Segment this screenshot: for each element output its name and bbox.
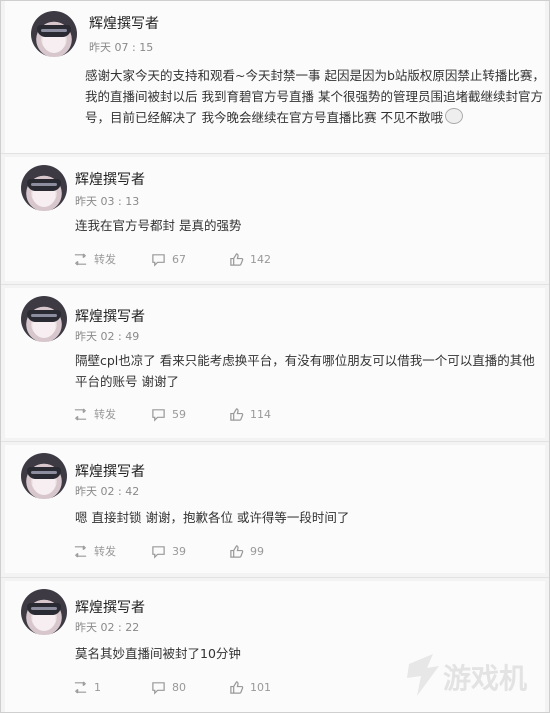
- comment-button[interactable]: 39: [151, 541, 186, 561]
- post-time[interactable]: 昨天 02 : 22: [75, 619, 139, 635]
- author-name[interactable]: 辉煌撰写者: [75, 597, 145, 617]
- thumbs-up-icon: [230, 252, 244, 266]
- repost-button[interactable]: 转发: [73, 249, 116, 269]
- post-card: 辉煌撰写者 昨天 02 : 49 隔壁cpl也凉了 看来只能考虑换平台，有没有哪…: [5, 288, 545, 438]
- post-time[interactable]: 昨天 03 : 13: [75, 193, 139, 209]
- repost-icon: [74, 680, 87, 694]
- comment-icon: [152, 408, 165, 422]
- cat-emoji-icon: [444, 108, 463, 124]
- divider: [1, 284, 549, 285]
- action-bar: 转发 59 114: [5, 404, 545, 426]
- like-count: 101: [250, 680, 271, 694]
- repost-icon: [74, 544, 87, 558]
- author-name[interactable]: 辉煌撰写者: [75, 306, 145, 326]
- like-button[interactable]: 101: [229, 677, 271, 697]
- author-name[interactable]: 辉煌撰写者: [75, 169, 145, 189]
- post-content-line: 号，目前已经解决了 我今晚会继续在官方号直播比赛 不见不散哦: [85, 107, 545, 128]
- post-card: 辉煌撰写者 昨天 07 : 15 感谢大家今天的支持和观看~今天封禁一事 起因是…: [5, 1, 545, 153]
- comment-icon: [152, 545, 165, 559]
- author-name[interactable]: 辉煌撰写者: [75, 461, 145, 481]
- comment-count: 59: [172, 407, 186, 421]
- repost-icon: [74, 407, 87, 421]
- divider: [1, 577, 549, 578]
- like-count: 142: [250, 252, 271, 266]
- comment-button[interactable]: 80: [151, 677, 186, 697]
- comment-button[interactable]: 67: [151, 249, 186, 269]
- action-bar: 转发 39 99: [5, 541, 545, 563]
- avatar[interactable]: [21, 165, 67, 211]
- post-time[interactable]: 昨天 07 : 15: [89, 39, 153, 55]
- post-card: 辉煌撰写者 昨天 02 : 42 嗯 直接封锁 谢谢，抱歉各位 或许得等一段时间…: [5, 445, 545, 573]
- thumbs-up-icon: [230, 680, 244, 694]
- weibo-feed: 辉煌撰写者 昨天 07 : 15 感谢大家今天的支持和观看~今天封禁一事 起因是…: [0, 0, 550, 713]
- post-content-line: 我的直播间被封以后 我到育碧官方号直播 某个很强势的管理员围追堵截继续封官方: [85, 89, 543, 104]
- like-button[interactable]: 142: [229, 249, 271, 269]
- repost-icon: [74, 252, 87, 266]
- post-content: 感谢大家今天的支持和观看~今天封禁一事 起因是因为b站版权原因禁止转播比赛， 我…: [85, 65, 545, 128]
- comment-count: 39: [172, 544, 186, 558]
- action-bar: 转发 67 142: [5, 249, 545, 271]
- repost-label: 转发: [94, 408, 116, 421]
- repost-label: 转发: [94, 253, 116, 266]
- post-content: 嗯 直接封锁 谢谢，抱歉各位 或许得等一段时间了: [75, 510, 350, 525]
- comment-button[interactable]: 59: [151, 404, 186, 424]
- repost-count: 1: [94, 680, 101, 694]
- post-content-line: 感谢大家今天的支持和观看~今天封禁一事 起因是因为b站版权原因禁止转播比赛，: [85, 68, 545, 83]
- author-name[interactable]: 辉煌撰写者: [89, 13, 159, 33]
- like-button[interactable]: 114: [229, 404, 271, 424]
- avatar[interactable]: [21, 589, 67, 635]
- post-content-line: 平台的账号 谢谢了: [75, 374, 179, 389]
- like-count: 99: [250, 544, 264, 558]
- comment-icon: [152, 253, 165, 267]
- repost-label: 转发: [94, 545, 116, 558]
- watermark-text: 游戏机: [443, 662, 527, 695]
- avatar[interactable]: [31, 11, 77, 57]
- avatar[interactable]: [21, 453, 67, 499]
- repost-button[interactable]: 1: [73, 677, 101, 697]
- comment-icon: [152, 681, 165, 695]
- post-time[interactable]: 昨天 02 : 42: [75, 483, 139, 499]
- repost-button[interactable]: 转发: [73, 404, 116, 424]
- avatar[interactable]: [21, 296, 67, 342]
- thumbs-up-icon: [230, 544, 244, 558]
- post-card: 辉煌撰写者 昨天 03 : 13 连我在官方号都封 是真的强势 转发 67 14…: [5, 157, 545, 281]
- post-content: 隔壁cpl也凉了 看来只能考虑换平台，有没有哪位朋友可以借我一个可以直播的其他 …: [75, 350, 535, 392]
- watermark-icon: 游戏机: [407, 654, 527, 696]
- repost-button[interactable]: 转发: [73, 541, 116, 561]
- watermark-logo: 游戏机: [399, 646, 539, 706]
- thumbs-up-icon: [230, 407, 244, 421]
- divider: [1, 153, 549, 154]
- post-content: 连我在官方号都封 是真的强势: [75, 218, 242, 233]
- like-button[interactable]: 99: [229, 541, 264, 561]
- post-time[interactable]: 昨天 02 : 49: [75, 328, 139, 344]
- post-content-line-text: 号，目前已经解决了 我今晚会继续在官方号直播比赛 不见不散哦: [85, 110, 443, 125]
- divider: [1, 441, 549, 442]
- like-count: 114: [250, 407, 271, 421]
- comment-count: 80: [172, 680, 186, 694]
- comment-count: 67: [172, 252, 186, 266]
- post-content-line: 隔壁cpl也凉了 看来只能考虑换平台，有没有哪位朋友可以借我一个可以直播的其他: [75, 353, 535, 368]
